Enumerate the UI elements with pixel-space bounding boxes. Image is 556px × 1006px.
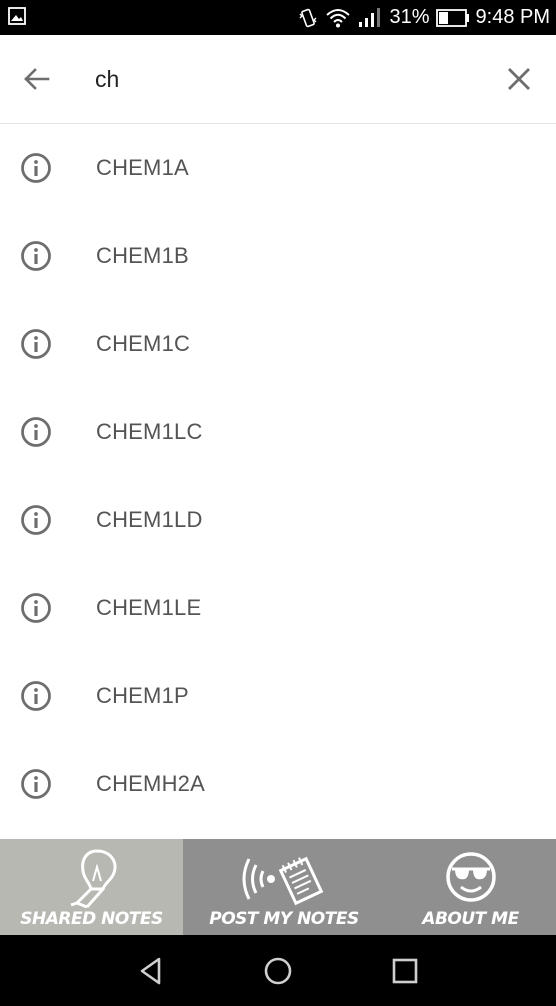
sunglasses-face-icon [445, 852, 496, 902]
list-item-label: CHEM1LD [96, 507, 203, 532]
list-item[interactable]: CHEM1LE [0, 564, 556, 652]
wifi-icon [326, 8, 351, 27]
lightbulb-icon [70, 849, 116, 909]
tab-label: POST MY NOTES [209, 909, 359, 929]
list-item[interactable]: CHEMH2A [0, 740, 556, 828]
list-item[interactable]: CHEM1B [0, 212, 556, 300]
battery-percent: 31% [389, 6, 430, 28]
status-time: 9:48 PM [475, 6, 550, 28]
info-icon [21, 153, 51, 183]
close-icon[interactable] [506, 66, 532, 92]
tab-about-me[interactable]: ABOUT ME [385, 839, 556, 935]
battery-icon [435, 8, 469, 27]
image-icon [8, 7, 26, 25]
vibrate-icon [299, 8, 317, 27]
tab-post-my-notes[interactable]: POST MY NOTES [183, 839, 385, 935]
status-bar: 31% 9:48 PM [0, 0, 556, 35]
list-item[interactable]: CHEM1A [0, 124, 556, 212]
info-icon [21, 417, 51, 447]
info-icon [21, 769, 51, 799]
recents-square-icon[interactable] [390, 956, 420, 986]
list-item-label: CHEM1C [96, 331, 191, 356]
info-icon [21, 241, 51, 271]
list-item-label: CHEM1P [96, 683, 189, 708]
search-input[interactable] [95, 59, 475, 99]
list-item-label: CHEM1LC [96, 419, 203, 444]
signal-icon [359, 7, 381, 27]
tab-label: SHARED NOTES [20, 909, 163, 929]
back-triangle-icon[interactable] [137, 956, 167, 986]
info-icon [21, 681, 51, 711]
system-nav-bar [0, 935, 556, 1006]
home-circle-icon[interactable] [263, 956, 293, 986]
results-list: CHEM1A CHEM1B CHEM1C CHEM1LC CHEM1LD CHE… [0, 124, 556, 828]
list-item[interactable]: CHEM1P [0, 652, 556, 740]
app-bottom-nav: SHARED NOTES POST MY NOTES ABOUT ME [0, 839, 556, 935]
list-item-label: CHEM1B [96, 243, 189, 268]
list-item[interactable]: CHEM1LD [0, 476, 556, 564]
tab-label: ABOUT ME [422, 909, 519, 929]
status-right: 31% 9:48 PM [297, 0, 550, 35]
broadcast-notes-icon [242, 856, 324, 906]
arrow-left-icon[interactable] [22, 65, 50, 93]
list-item-label: CHEM1A [96, 155, 189, 180]
tab-shared-notes[interactable]: SHARED NOTES [0, 839, 183, 935]
list-item-label: CHEM1LE [96, 595, 202, 620]
list-item-label: CHEMH2A [96, 771, 205, 796]
info-icon [21, 593, 51, 623]
search-bar [0, 35, 556, 124]
info-icon [21, 505, 51, 535]
list-item[interactable]: CHEM1LC [0, 388, 556, 476]
info-icon [21, 329, 51, 359]
list-item[interactable]: CHEM1C [0, 300, 556, 388]
